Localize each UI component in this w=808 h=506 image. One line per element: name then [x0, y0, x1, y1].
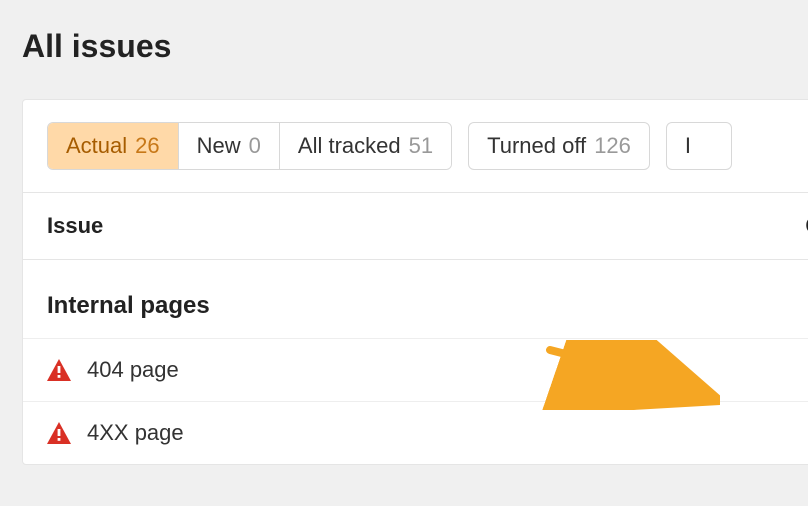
tab-all-tracked[interactable]: All tracked 51 [280, 123, 451, 169]
col-issue: Issue [47, 213, 103, 239]
issue-name: 4XX page [87, 420, 184, 446]
issue-name: 404 page [87, 357, 179, 383]
tab-label: Actual [66, 133, 127, 159]
issue-left: 4XX page [47, 420, 184, 446]
tab-label: I [685, 133, 691, 159]
tab-count: 126 [594, 133, 631, 159]
tab-label: All tracked [298, 133, 401, 159]
tab-count: 51 [409, 133, 433, 159]
tab-label: New [197, 133, 241, 159]
issues-panel: Actual 26 New 0 All tracked 51 Turned of… [22, 99, 808, 465]
tab-label: Turned off [487, 133, 586, 159]
tab-turned-off[interactable]: Turned off 126 [468, 122, 650, 170]
filter-tab-bar: Actual 26 New 0 All tracked 51 Turned of… [23, 100, 808, 193]
tab-count: 0 [249, 133, 261, 159]
table-row[interactable]: 404 page 32 [23, 338, 808, 401]
warning-icon [47, 359, 71, 381]
table-row[interactable]: 4XX page 32 [23, 401, 808, 464]
tab-overflow[interactable]: I [666, 122, 732, 170]
section-internal-pages: Internal pages [23, 260, 808, 338]
filter-segmented-group: Actual 26 New 0 All tracked 51 [47, 122, 452, 170]
page-title: All issues [0, 0, 808, 65]
table-header: Issue Crawled [23, 193, 808, 260]
tab-actual[interactable]: Actual 26 [48, 123, 179, 169]
tab-count: 26 [135, 133, 159, 159]
tab-new[interactable]: New 0 [179, 123, 280, 169]
warning-icon [47, 422, 71, 444]
issue-left: 404 page [47, 357, 179, 383]
